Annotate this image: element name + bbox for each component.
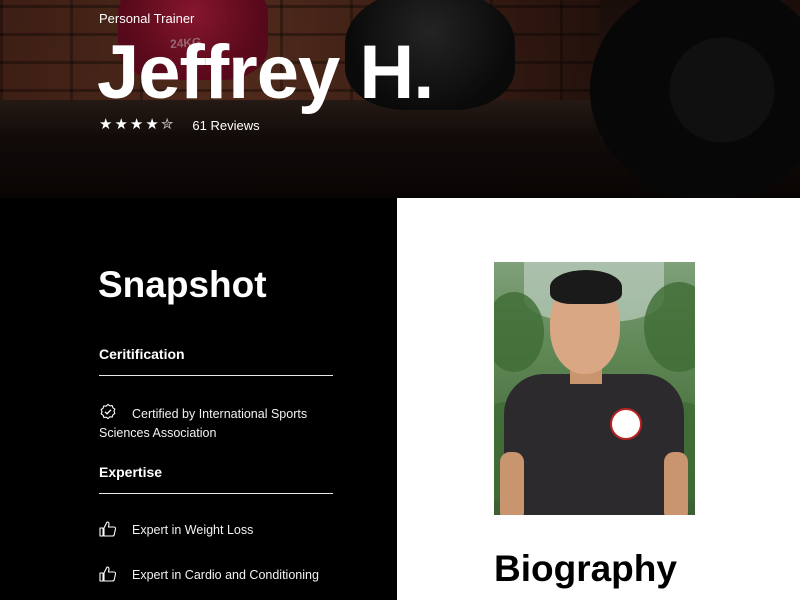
thumbs-up-icon <box>99 566 119 582</box>
expertise-item: Expert in Weight Loss <box>99 521 339 540</box>
reviews-link[interactable]: 61 Reviews <box>192 118 259 133</box>
photo-arm <box>664 452 688 515</box>
expertise-text: Expert in Cardio and Conditioning <box>132 568 319 582</box>
trainer-role: Personal Trainer <box>99 11 195 26</box>
star-icon: ★ <box>114 116 128 133</box>
star-icon: ★ <box>129 116 144 133</box>
thumbs-up-icon <box>99 521 119 537</box>
certification-text: Certified by International Sports Scienc… <box>99 407 308 440</box>
expertise-item: Expert in Cardio and Conditioning <box>99 566 339 585</box>
snapshot-title: Snapshot <box>98 264 267 305</box>
photo-hair <box>550 270 622 304</box>
hero-banner: 24KG Personal Trainer Jeffrey H. ★ ★ ★ ★… <box>0 0 800 198</box>
certification-item: Certified by International Sports Scienc… <box>99 403 339 443</box>
expertise-text: Expert in Weight Loss <box>132 523 254 537</box>
photo-shirt <box>504 374 684 515</box>
star-icon: ★ <box>99 116 113 133</box>
divider <box>99 493 333 494</box>
check-badge-icon <box>99 403 119 420</box>
certification-heading: Ceritification <box>99 346 185 362</box>
shirt-logo <box>610 408 642 440</box>
expertise-heading: Expertise <box>99 464 163 480</box>
biography-title: Biography <box>494 548 677 589</box>
half-star-icon: ✮ <box>160 116 174 133</box>
divider <box>99 375 333 376</box>
snapshot-panel: Snapshot Ceritification Certified by Int… <box>0 198 397 600</box>
trainer-name: Jeffrey H. <box>97 30 434 115</box>
rating-row[interactable]: ★ ★ ★ ★ ✮ 61 Reviews <box>99 116 260 134</box>
profile-panel: Biography <box>397 198 800 600</box>
photo-arm <box>500 452 524 515</box>
trainer-photo <box>494 262 695 515</box>
star-icon: ★ <box>145 116 159 133</box>
